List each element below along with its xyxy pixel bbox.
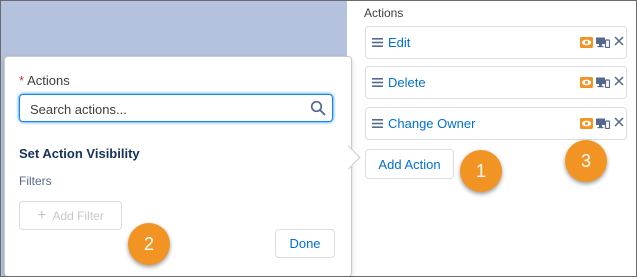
devices-icon[interactable]: [596, 118, 610, 129]
add-action-button[interactable]: Add Action: [365, 149, 454, 179]
set-visibility-heading: Set Action Visibility: [19, 146, 140, 161]
screenshot-frame: *Actions Set Action Visibility Filters +…: [0, 0, 637, 277]
action-item-label[interactable]: Delete: [388, 75, 426, 90]
drag-handle-icon[interactable]: [372, 37, 383, 48]
close-icon[interactable]: [614, 76, 624, 86]
add-filter-label: Add Filter: [52, 208, 104, 223]
plus-icon: +: [37, 206, 47, 224]
action-item-change-owner[interactable]: Change Owner: [365, 107, 627, 140]
action-item-edit[interactable]: Edit: [365, 26, 627, 59]
action-item-label[interactable]: Change Owner: [388, 116, 475, 131]
search-icon[interactable]: [310, 100, 326, 116]
required-marker: *: [19, 73, 25, 88]
action-item-delete[interactable]: Delete: [365, 66, 627, 99]
devices-icon[interactable]: [596, 37, 610, 48]
visibility-eye-icon[interactable]: [580, 118, 593, 129]
callout-badge-2: 2: [128, 223, 170, 265]
actions-list-title: Actions: [364, 6, 404, 20]
callout-badge-3: 3: [565, 140, 607, 182]
devices-icon[interactable]: [596, 77, 610, 88]
add-filter-button[interactable]: + Add Filter: [19, 201, 122, 230]
close-icon[interactable]: [614, 36, 624, 46]
action-item-label[interactable]: Edit: [388, 35, 410, 50]
callout-badge-1: 1: [460, 150, 502, 192]
close-icon[interactable]: [614, 117, 624, 127]
visibility-eye-icon[interactable]: [580, 37, 593, 48]
done-button[interactable]: Done: [275, 229, 335, 258]
drag-handle-icon[interactable]: [372, 118, 383, 129]
filters-label: Filters: [19, 174, 52, 188]
actions-field-label: * Actions: [19, 73, 70, 88]
actions-label-text: Actions: [27, 73, 70, 88]
drag-handle-icon[interactable]: [372, 77, 383, 88]
search-actions-field[interactable]: [19, 94, 333, 122]
visibility-eye-icon[interactable]: [580, 77, 593, 88]
search-actions-input[interactable]: [30, 100, 300, 118]
